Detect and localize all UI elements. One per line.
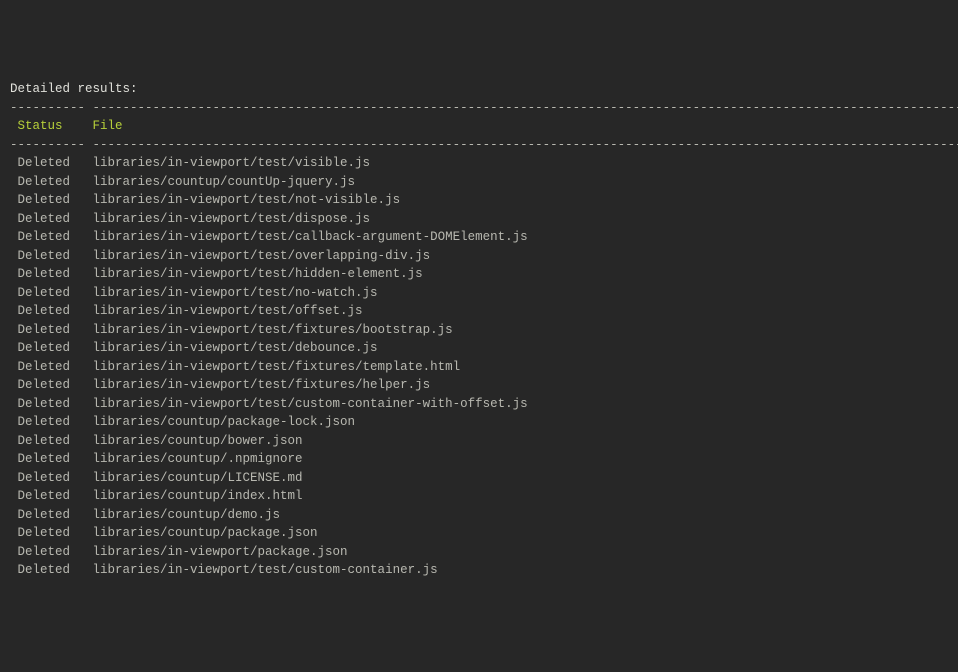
rule-segment-file: ----------------------------------------… (93, 138, 958, 152)
table-row: Deletedlibraries/in-viewport/test/fixtur… (10, 321, 948, 340)
row-file: libraries/in-viewport/test/fixtures/boot… (93, 321, 453, 340)
table-row: Deletedlibraries/in-viewport/test/custom… (10, 395, 948, 414)
table-row: Deletedlibraries/in-viewport/test/visibl… (10, 154, 948, 173)
row-status: Deleted (18, 432, 93, 451)
rule-top: ---------- -----------------------------… (10, 99, 948, 118)
table-row: Deletedlibraries/countup/index.html (10, 487, 948, 506)
rule-gap (85, 136, 93, 155)
row-file: libraries/in-viewport/test/custom-contai… (93, 561, 438, 580)
row-file: libraries/countup/package.json (93, 524, 318, 543)
table-row: Deletedlibraries/in-viewport/test/deboun… (10, 339, 948, 358)
row-status: Deleted (18, 247, 93, 266)
row-status: Deleted (18, 265, 93, 284)
row-status: Deleted (18, 487, 93, 506)
table-row: Deletedlibraries/countup/countUp-jquery.… (10, 173, 948, 192)
row-file: libraries/countup/LICENSE.md (93, 469, 303, 488)
rule-bottom: ---------- -----------------------------… (10, 136, 948, 155)
row-file: libraries/in-viewport/test/visible.js (93, 154, 371, 173)
table-row: Deletedlibraries/countup/.npmignore (10, 450, 948, 469)
row-file: libraries/in-viewport/test/debounce.js (93, 339, 378, 358)
row-file: libraries/in-viewport/test/callback-argu… (93, 228, 528, 247)
table-row: Deletedlibraries/in-viewport/test/no-wat… (10, 284, 948, 303)
row-status: Deleted (18, 450, 93, 469)
row-status: Deleted (18, 376, 93, 395)
table-row: Deletedlibraries/countup/package-lock.js… (10, 413, 948, 432)
row-file: libraries/countup/demo.js (93, 506, 281, 525)
table-row: Deletedlibraries/in-viewport/test/fixtur… (10, 358, 948, 377)
row-status: Deleted (18, 543, 93, 562)
table-row: Deletedlibraries/in-viewport/package.jso… (10, 543, 948, 562)
row-file: libraries/countup/countUp-jquery.js (93, 173, 356, 192)
row-status: Deleted (18, 561, 93, 580)
rule-segment-status: ---------- (10, 101, 85, 115)
row-status: Deleted (18, 339, 93, 358)
results-table-body: Deletedlibraries/in-viewport/test/visibl… (10, 154, 948, 580)
results-title: Detailed results: (10, 80, 948, 99)
table-row: Deletedlibraries/in-viewport/test/fixtur… (10, 376, 948, 395)
table-header: StatusFile (10, 117, 948, 136)
row-file: libraries/in-viewport/test/fixtures/temp… (93, 358, 461, 377)
header-file: File (93, 117, 123, 136)
row-status: Deleted (18, 228, 93, 247)
rule-segment-status: ---------- (10, 138, 85, 152)
row-status: Deleted (18, 524, 93, 543)
table-row: Deletedlibraries/in-viewport/test/offset… (10, 302, 948, 321)
row-file: libraries/in-viewport/test/fixtures/help… (93, 376, 431, 395)
row-status: Deleted (18, 413, 93, 432)
row-file: libraries/in-viewport/test/offset.js (93, 302, 363, 321)
row-file: libraries/countup/index.html (93, 487, 303, 506)
results-title-text: Detailed results: (10, 82, 138, 96)
row-status: Deleted (18, 284, 93, 303)
table-row: Deletedlibraries/in-viewport/test/dispos… (10, 210, 948, 229)
table-row: Deletedlibraries/in-viewport/test/callba… (10, 228, 948, 247)
table-row: Deletedlibraries/countup/package.json (10, 524, 948, 543)
row-file: libraries/countup/package-lock.json (93, 413, 356, 432)
table-row: Deletedlibraries/countup/demo.js (10, 506, 948, 525)
table-row: Deletedlibraries/in-viewport/test/not-vi… (10, 191, 948, 210)
table-row: Deletedlibraries/in-viewport/test/overla… (10, 247, 948, 266)
table-row: Deletedlibraries/in-viewport/test/custom… (10, 561, 948, 580)
table-row: Deletedlibraries/countup/bower.json (10, 432, 948, 451)
header-status: Status (18, 117, 93, 136)
table-row: Deletedlibraries/in-viewport/test/hidden… (10, 265, 948, 284)
row-status: Deleted (18, 321, 93, 340)
row-status: Deleted (18, 506, 93, 525)
row-file: libraries/in-viewport/test/hidden-elemen… (93, 265, 423, 284)
row-file: libraries/in-viewport/test/custom-contai… (93, 395, 528, 414)
row-file: libraries/countup/bower.json (93, 432, 303, 451)
table-row: Deletedlibraries/countup/LICENSE.md (10, 469, 948, 488)
rule-segment-file: ----------------------------------------… (93, 101, 958, 115)
row-file: libraries/in-viewport/package.json (93, 543, 348, 562)
row-file: libraries/in-viewport/test/dispose.js (93, 210, 371, 229)
row-status: Deleted (18, 210, 93, 229)
row-status: Deleted (18, 469, 93, 488)
row-status: Deleted (18, 358, 93, 377)
row-file: libraries/countup/.npmignore (93, 450, 303, 469)
row-file: libraries/in-viewport/test/not-visible.j… (93, 191, 401, 210)
row-status: Deleted (18, 395, 93, 414)
row-status: Deleted (18, 191, 93, 210)
rule-gap (85, 99, 93, 118)
row-file: libraries/in-viewport/test/no-watch.js (93, 284, 378, 303)
row-status: Deleted (18, 302, 93, 321)
row-status: Deleted (18, 173, 93, 192)
row-status: Deleted (18, 154, 93, 173)
row-file: libraries/in-viewport/test/overlapping-d… (93, 247, 431, 266)
